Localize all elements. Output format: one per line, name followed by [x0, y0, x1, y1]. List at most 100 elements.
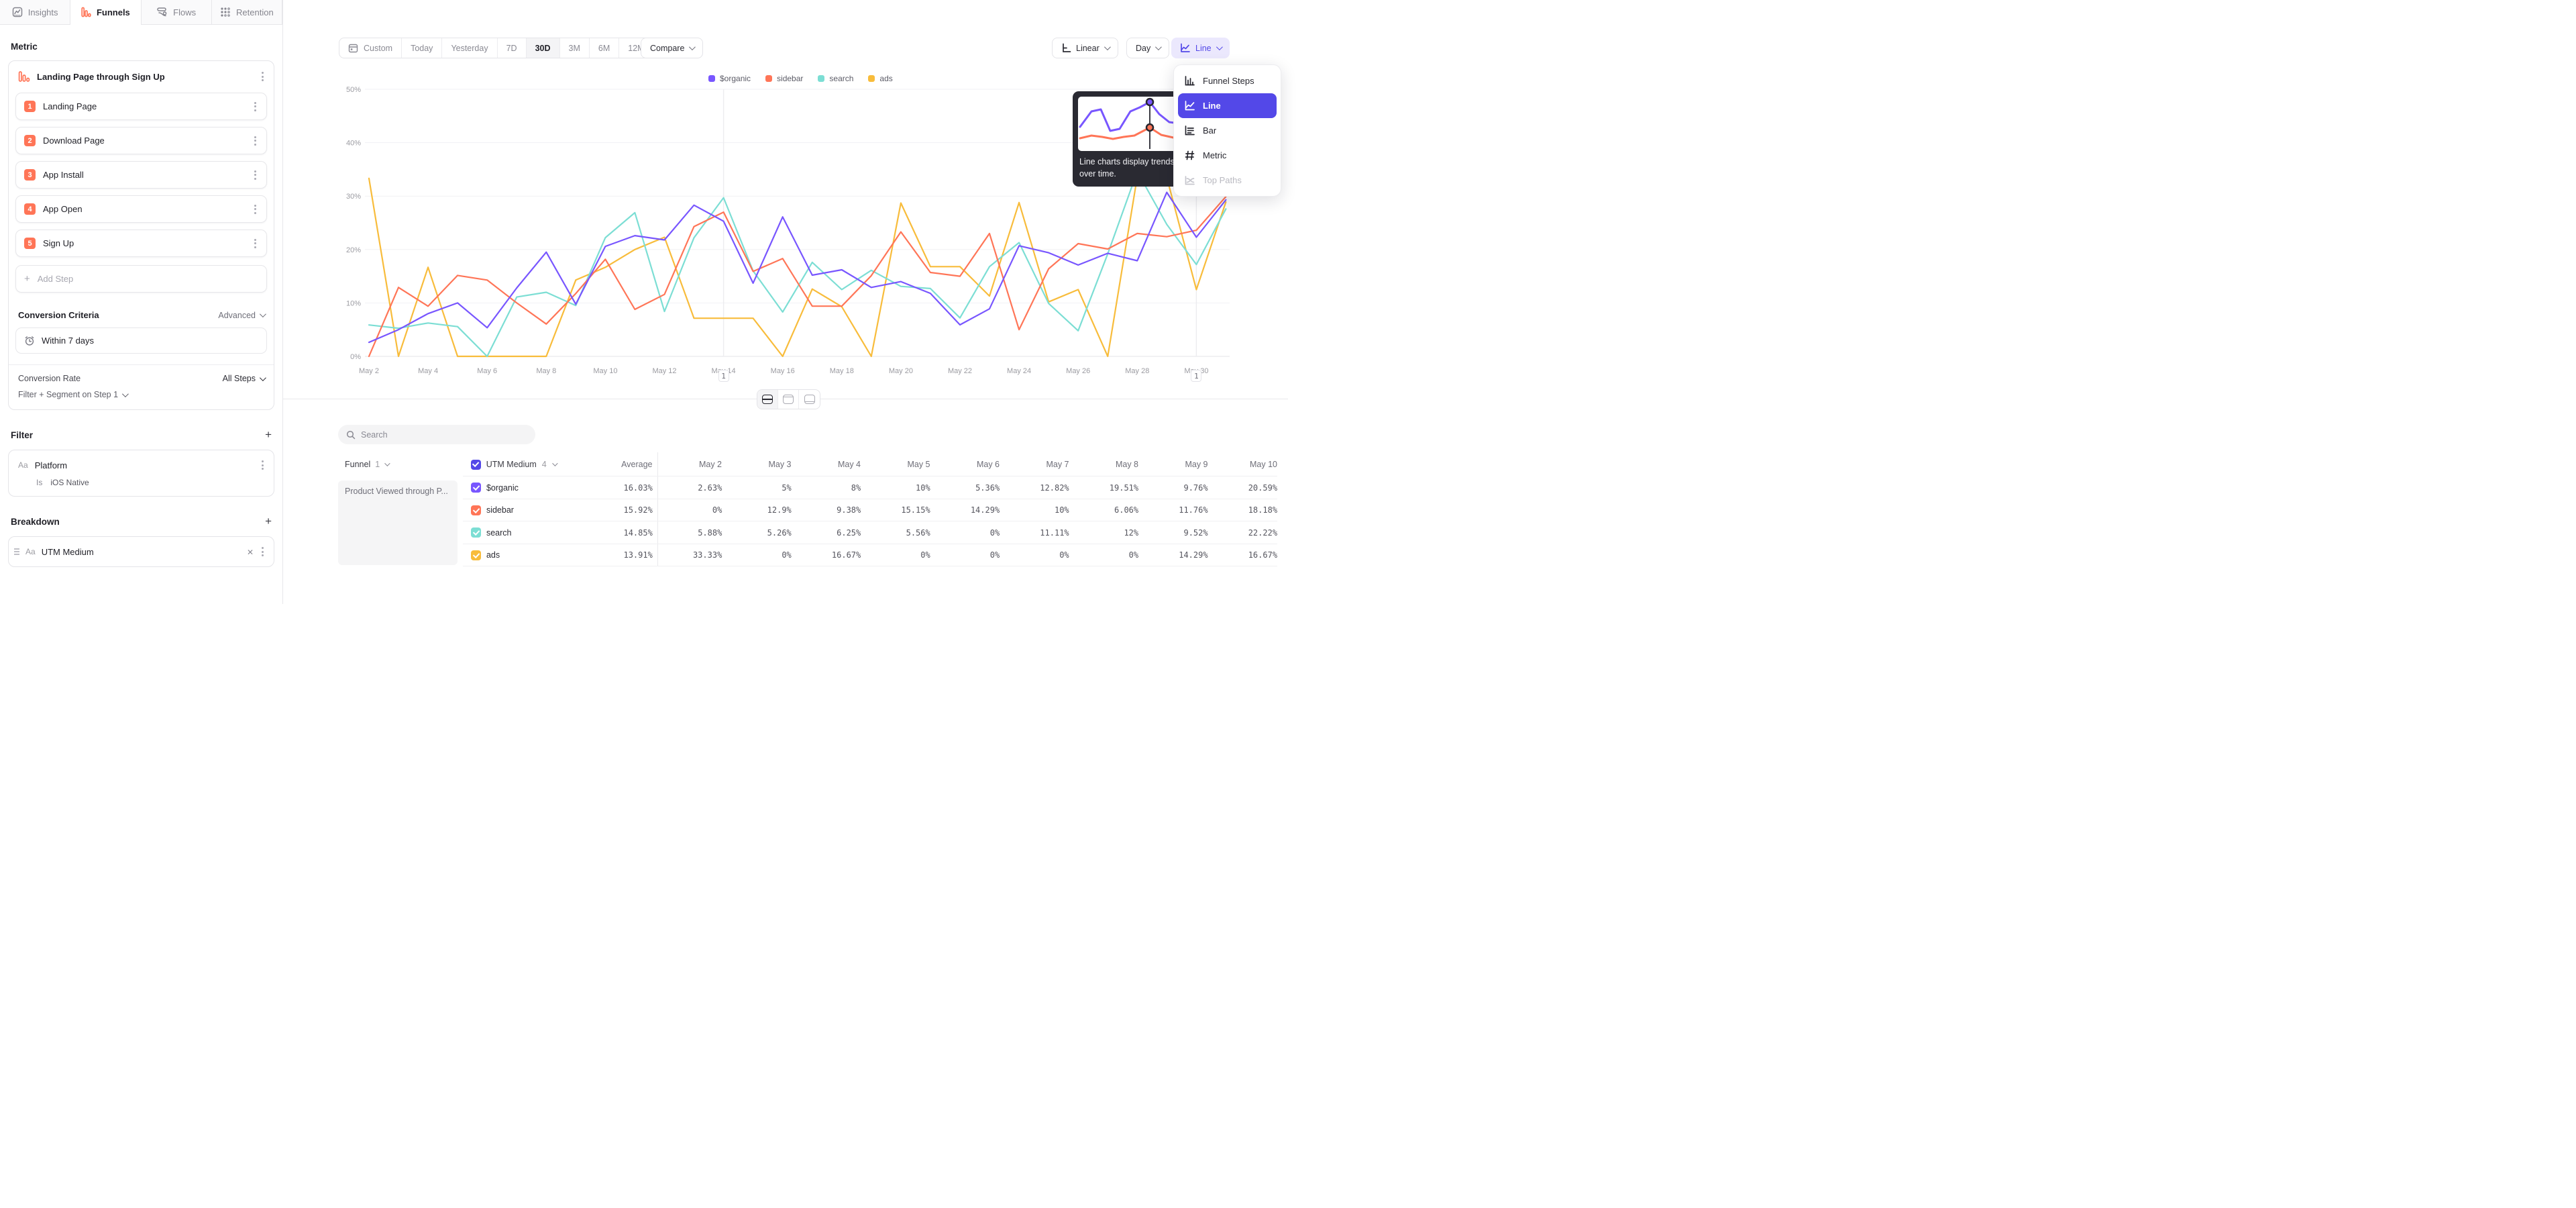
column-header-may-8[interactable]: May 8: [1069, 460, 1139, 469]
menu-item-label: Metric: [1203, 150, 1226, 160]
table-row[interactable]: search14.85%5.88%5.26%6.25%5.56%0%11.11%…: [338, 521, 1277, 544]
filter-kebab-menu[interactable]: [260, 458, 266, 472]
filter-operator[interactable]: Is: [36, 478, 42, 487]
bar-chart-icon: [1183, 125, 1195, 137]
filter-card: Aa Platform Is iOS Native: [8, 450, 274, 497]
table-search[interactable]: [338, 425, 535, 444]
table-cell: 15.15%: [861, 505, 930, 515]
drag-handle-icon[interactable]: [14, 548, 19, 555]
filter-segment-dropdown[interactable]: Filter + Segment on Step 1: [18, 390, 264, 399]
series-checkbox[interactable]: [471, 505, 481, 515]
metric-card: Landing Page through Sign Up 1Landing Pa…: [8, 60, 274, 410]
table-cell: 0%: [930, 550, 1000, 560]
breakdown-column-header[interactable]: UTM Medium 4: [471, 460, 580, 470]
column-header-may-7[interactable]: May 7: [1000, 460, 1069, 469]
step-kebab-menu[interactable]: [252, 237, 258, 250]
table-cell: 14.29%: [1138, 550, 1208, 560]
filter-property[interactable]: Platform: [35, 460, 253, 470]
funnel-step-row[interactable]: 5Sign Up: [15, 230, 267, 257]
table-row[interactable]: sidebar15.92%0%12.9%9.38%15.15%14.29%10%…: [338, 499, 1277, 522]
compare-button[interactable]: Compare: [641, 38, 703, 58]
column-header-may-4[interactable]: May 4: [792, 460, 861, 469]
funnel-step-row[interactable]: 3App Install: [15, 161, 267, 189]
breakdown-kebab-menu[interactable]: [260, 545, 266, 558]
tab-funnels[interactable]: Funnels: [70, 0, 141, 24]
series-checkbox[interactable]: [471, 527, 481, 538]
step-kebab-menu[interactable]: [252, 100, 258, 113]
funnel-step-row[interactable]: 1Landing Page: [15, 93, 267, 120]
conversion-window-row[interactable]: Within 7 days: [15, 328, 267, 354]
series-name: sidebar: [486, 505, 514, 515]
funnels-icon: [81, 7, 91, 17]
menu-item-line[interactable]: Line: [1178, 93, 1277, 118]
column-header-may-2[interactable]: May 2: [653, 460, 722, 469]
menu-item-metric[interactable]: Metric: [1178, 143, 1277, 168]
series-checkbox[interactable]: [471, 483, 481, 493]
range-30d[interactable]: 30D: [527, 38, 560, 58]
annotation-badge[interactable]: 1: [1191, 370, 1201, 382]
column-header-may-3[interactable]: May 3: [722, 460, 792, 469]
menu-item-bar[interactable]: Bar: [1178, 118, 1277, 143]
funnel-group-cell[interactable]: Product Viewed through P...: [338, 481, 458, 565]
range-today[interactable]: Today: [402, 38, 442, 58]
series-name: search: [486, 528, 512, 538]
column-header-may-6[interactable]: May 6: [930, 460, 1000, 469]
table-cell: 9.52%: [1138, 528, 1208, 538]
annotation-badge[interactable]: 1: [718, 370, 729, 382]
chart-type-dropdown[interactable]: Line: [1171, 38, 1230, 58]
range-6m[interactable]: 6M: [590, 38, 619, 58]
add-breakdown-button[interactable]: [265, 515, 272, 528]
column-header-average[interactable]: Average: [580, 460, 653, 469]
table-row[interactable]: $organic16.03%2.63%5%8%10%5.36%12.82%19.…: [338, 476, 1277, 499]
granularity-dropdown[interactable]: Day: [1126, 38, 1169, 58]
column-header-may-10[interactable]: May 10: [1208, 460, 1278, 469]
tab-insights[interactable]: Insights: [0, 0, 70, 24]
funnel-step-row[interactable]: 2Download Page: [15, 127, 267, 154]
column-header-may-9[interactable]: May 9: [1138, 460, 1208, 469]
legend-item[interactable]: sidebar: [765, 74, 803, 83]
step-kebab-menu[interactable]: [252, 168, 258, 182]
layout-table-button[interactable]: [799, 390, 820, 409]
series-checkbox[interactable]: [471, 550, 481, 560]
select-all-checkbox[interactable]: [471, 460, 481, 470]
step-kebab-menu[interactable]: [252, 203, 258, 216]
legend-item[interactable]: ads: [868, 74, 892, 83]
legend-item[interactable]: $organic: [708, 74, 751, 83]
metric-kebab-menu[interactable]: [260, 70, 266, 83]
search-input[interactable]: [361, 430, 527, 440]
range-custom[interactable]: Custom: [339, 38, 402, 58]
step-label: App Install: [43, 170, 245, 180]
range-label: 3M: [569, 44, 580, 53]
add-step-button[interactable]: Add Step: [15, 265, 267, 293]
menu-item-funnel-steps[interactable]: Funnel Steps: [1178, 68, 1277, 93]
tab-flows[interactable]: Flows: [142, 0, 212, 24]
add-filter-button[interactable]: [265, 428, 272, 442]
advanced-dropdown[interactable]: Advanced: [218, 311, 264, 320]
all-steps-dropdown[interactable]: All Steps: [223, 374, 264, 383]
funnel-step-row[interactable]: 4App Open: [15, 195, 267, 223]
layout-chart-button[interactable]: [778, 390, 799, 409]
chevron-down-icon: [1104, 44, 1111, 50]
step-kebab-menu[interactable]: [252, 134, 258, 148]
remove-breakdown-icon[interactable]: [247, 547, 254, 557]
breakdown-property[interactable]: UTM Medium: [42, 547, 241, 557]
table-cell: 5.36%: [930, 483, 1000, 493]
column-header-may-5[interactable]: May 5: [861, 460, 930, 469]
flows-icon: [156, 7, 168, 17]
legend-item[interactable]: search: [818, 74, 853, 83]
range-3m[interactable]: 3M: [560, 38, 590, 58]
layout-split-button[interactable]: [757, 390, 778, 409]
range-yesterday[interactable]: Yesterday: [442, 38, 497, 58]
filter-value[interactable]: iOS Native: [50, 478, 89, 487]
series-line-search: [369, 172, 1226, 356]
range-label: Yesterday: [451, 44, 488, 53]
table-row[interactable]: ads13.91%33.33%0%16.67%0%0%0%0%14.29%16.…: [338, 544, 1277, 567]
table-cell: 22.22%: [1208, 528, 1277, 538]
tab-retention[interactable]: Retention: [212, 0, 282, 24]
scale-dropdown[interactable]: Linear: [1052, 38, 1118, 58]
range-7d[interactable]: 7D: [498, 38, 527, 58]
metric-card-header[interactable]: Landing Page through Sign Up: [9, 61, 274, 91]
table-cell: 0%: [1069, 550, 1138, 560]
funnel-column-header[interactable]: Funnel 1: [338, 460, 471, 469]
funnel-steps-icon: [1183, 75, 1195, 87]
